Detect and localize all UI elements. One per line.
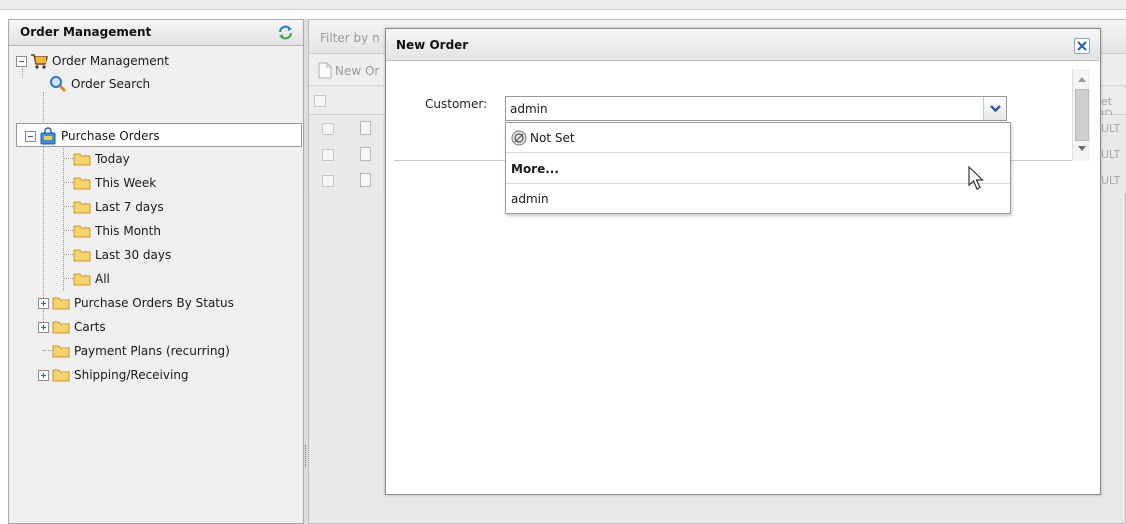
customer-select-value: admin [510, 102, 548, 116]
new-order-toolbar-label: New Or [335, 63, 380, 78]
scroll-down-icon[interactable] [1078, 146, 1086, 151]
tree-label: Purchase Orders [61, 129, 160, 143]
shopping-bag-icon [40, 127, 56, 145]
tree-node-today[interactable]: Today [73, 148, 130, 170]
chevron-down-icon [990, 105, 1001, 113]
row-checkbox[interactable] [322, 149, 334, 161]
tree-node-all[interactable]: All [73, 268, 110, 290]
tree-label: Purchase Orders By Status [74, 296, 234, 310]
folder-icon [73, 273, 91, 286]
window-top-strip [0, 0, 1126, 10]
search-icon [50, 76, 67, 93]
table-cell: ULT [1101, 148, 1121, 161]
dialog-header: New Order [386, 29, 1100, 61]
tree-label: Carts [74, 320, 106, 334]
collapse-icon[interactable] [25, 130, 36, 142]
tree-label: Last 7 days [95, 200, 164, 214]
tree-node-order-management[interactable]: Order Management [16, 50, 169, 72]
panel-header: Order Management [9, 20, 303, 46]
tree-label: Order Search [71, 77, 151, 91]
dropdown-option-more[interactable]: More... [506, 154, 1010, 184]
dropdown-option-admin[interactable]: admin [506, 184, 1010, 214]
new-document-icon [318, 62, 332, 79]
tree-node-order-search[interactable]: Order Search [49, 73, 150, 95]
folder-icon [52, 297, 70, 310]
refresh-icon[interactable] [277, 24, 294, 41]
order-tree: Order Management Order Search Purchase O… [9, 46, 303, 516]
tree-node-this-month[interactable]: This Month [73, 220, 161, 242]
folder-icon [73, 201, 91, 214]
dialog-title: New Order [396, 38, 469, 52]
close-icon [1077, 41, 1087, 51]
cart-icon [31, 54, 48, 69]
select-all-checkbox[interactable] [314, 95, 326, 107]
expand-icon[interactable] [38, 321, 49, 333]
tree-node-this-week[interactable]: This Week [73, 172, 156, 194]
tree-node-payment-plans[interactable]: Payment Plans (recurring) [52, 340, 230, 362]
order-management-panel: Order Management Order Management Order … [8, 19, 304, 524]
collapse-icon[interactable] [16, 55, 27, 67]
scrollbar-thumb[interactable] [1075, 89, 1089, 141]
dropdown-option-label: admin [511, 192, 549, 206]
row-checkbox[interactable] [322, 175, 334, 187]
splitter-grip-icon[interactable] [305, 445, 307, 467]
folder-icon [52, 369, 70, 382]
document-icon[interactable] [360, 121, 371, 135]
new-order-toolbar-button[interactable]: New Or [318, 62, 379, 79]
folder-icon [52, 321, 70, 334]
not-set-icon [511, 130, 527, 145]
customer-label: Customer: [425, 97, 488, 111]
panel-title: Order Management [20, 25, 152, 39]
document-icon[interactable] [360, 147, 371, 161]
table-cell: ULT [1101, 122, 1121, 135]
dialog-scrollbar[interactable] [1072, 69, 1090, 161]
close-button[interactable] [1074, 38, 1090, 54]
tree-node-shipping-receiving[interactable]: Shipping/Receiving [38, 364, 189, 386]
customer-select[interactable]: admin [505, 96, 1007, 121]
folder-icon [73, 153, 91, 166]
tree-node-last-30-days[interactable]: Last 30 days [73, 244, 171, 266]
dropdown-option-label: Not Set [530, 130, 575, 145]
tree-label: This Week [95, 176, 157, 190]
expand-icon[interactable] [38, 369, 49, 381]
document-icon[interactable] [360, 173, 371, 187]
dropdown-toggle-button[interactable] [983, 97, 1006, 120]
row-checkbox[interactable] [322, 123, 334, 135]
folder-icon [73, 177, 91, 190]
tree-label: Today [95, 152, 130, 166]
dropdown-option-not-set[interactable]: Not Set [506, 123, 1010, 153]
tree-label: Order Management [52, 54, 169, 68]
table-cell: ULT [1101, 174, 1121, 187]
tree-node-last-7-days[interactable]: Last 7 days [73, 196, 164, 218]
mouse-cursor-icon [968, 166, 984, 190]
filter-input[interactable]: Filter by n [320, 31, 380, 45]
customer-dropdown-list: Not Set More... admin [505, 122, 1011, 214]
tree-node-carts[interactable]: Carts [38, 316, 106, 338]
tree-node-purchase-orders[interactable]: Purchase Orders [25, 125, 160, 147]
tree-label: Shipping/Receiving [74, 368, 189, 382]
tree-label: Payment Plans (recurring) [74, 344, 230, 358]
tree-label: All [95, 272, 110, 286]
tree-label: Last 30 days [95, 248, 172, 262]
folder-icon [73, 225, 91, 238]
folder-icon [52, 345, 70, 358]
tree-node-purchase-orders-by-status[interactable]: Purchase Orders By Status [38, 292, 234, 314]
tree-label: This Month [95, 224, 161, 238]
dropdown-option-label: More... [511, 161, 559, 176]
scroll-up-icon[interactable] [1078, 77, 1086, 82]
folder-icon [73, 249, 91, 262]
expand-icon[interactable] [38, 297, 49, 309]
